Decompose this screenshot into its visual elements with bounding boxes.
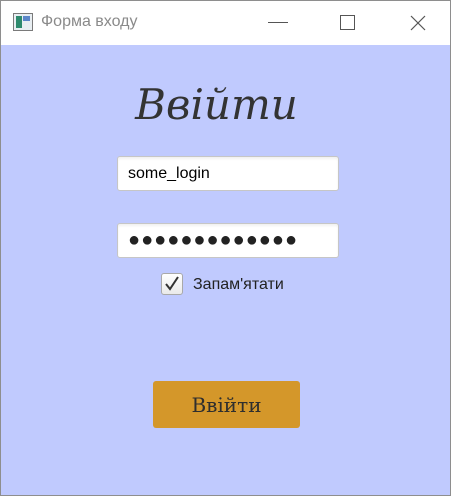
close-button[interactable]	[394, 1, 440, 45]
maximize-icon	[340, 15, 355, 30]
login-button[interactable]: Ввійти	[153, 381, 300, 428]
minimize-icon	[268, 22, 288, 23]
maximize-button[interactable]	[324, 1, 370, 45]
close-icon	[410, 15, 426, 31]
password-input[interactable]	[117, 223, 339, 258]
login-heading: Ввійти	[135, 80, 298, 129]
minimize-button[interactable]	[254, 1, 300, 45]
checkmark-icon	[165, 276, 179, 291]
login-window: Форма входу Ввійти Запам'ятати	[0, 0, 451, 496]
checkbox-box[interactable]	[161, 273, 183, 295]
title-bar[interactable]: Форма входу	[1, 1, 450, 45]
app-window-icon	[13, 13, 33, 31]
window-title: Форма входу	[41, 13, 138, 30]
remember-me-label: Запам'ятати	[193, 276, 284, 293]
login-input[interactable]	[117, 156, 339, 191]
